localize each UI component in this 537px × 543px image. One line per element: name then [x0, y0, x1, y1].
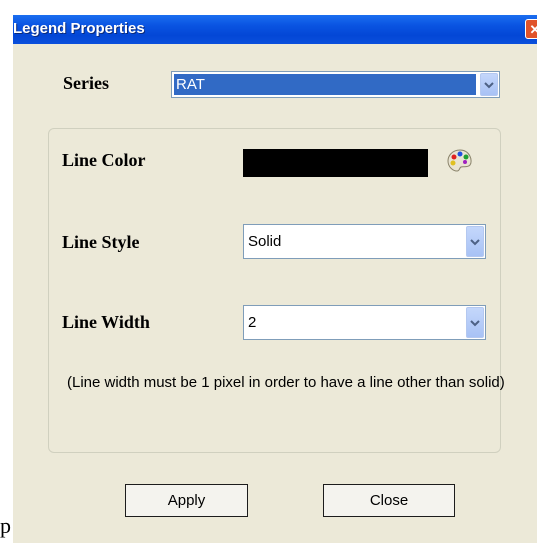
series-selected-value: RAT: [174, 74, 476, 95]
chevron-down-icon: [470, 238, 480, 245]
palette-icon[interactable]: [446, 148, 474, 174]
line-style-dropdown-button[interactable]: [466, 226, 484, 257]
line-style-label: Line Style: [62, 232, 140, 252]
title-bar: Legend Properties ✕: [13, 15, 537, 44]
close-button[interactable]: Close: [323, 484, 455, 517]
series-dropdown-button[interactable]: [480, 73, 498, 96]
palette-icon-graphic: [447, 149, 472, 172]
line-width-dropdown-button[interactable]: [466, 307, 484, 338]
close-icon: ✕: [529, 22, 537, 37]
legend-properties-dialog: Legend Properties ✕ Series RAT Line Colo…: [13, 15, 537, 543]
line-width-hint: (Line width must be 1 pixel in order to …: [67, 374, 505, 391]
stray-text: p: [0, 513, 11, 538]
line-style-select[interactable]: Solid: [243, 224, 486, 259]
line-color-label: Line Color: [62, 150, 146, 170]
apply-button[interactable]: Apply: [125, 484, 248, 517]
chevron-down-icon: [484, 81, 494, 88]
series-select[interactable]: RAT: [171, 71, 500, 98]
dialog-title: Legend Properties: [13, 20, 145, 37]
line-width-select[interactable]: 2: [243, 305, 486, 340]
line-color-swatch[interactable]: [243, 149, 428, 177]
close-window-button[interactable]: ✕: [525, 19, 537, 39]
chevron-down-icon: [470, 319, 480, 326]
line-width-label: Line Width: [62, 312, 150, 332]
line-style-selected-value: Solid: [248, 233, 282, 250]
series-label: Series: [63, 73, 109, 93]
line-width-selected-value: 2: [248, 314, 257, 331]
